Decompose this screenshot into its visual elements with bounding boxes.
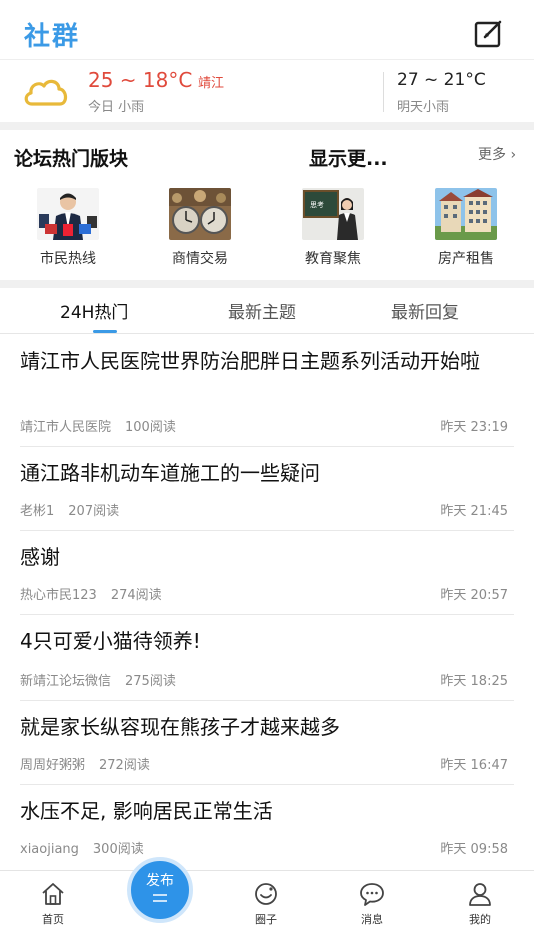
post-time: 昨天 09:58: [440, 842, 508, 857]
section-title: 论坛热门版块: [14, 148, 129, 170]
today-weather: 今日 小雨: [88, 100, 145, 115]
forum-hotline[interactable]: 市民热线: [18, 188, 118, 268]
post-title[interactable]: 感谢: [20, 542, 510, 573]
post-meta: 热心市民123 274阅读: [20, 584, 162, 603]
bottom-tab-bar: 首页 发布 圈子 消息 我的: [0, 857, 534, 950]
hot-forums-section: 论坛热门版块 显示更... 更多 › 市民热线 商情交易 思考 教育聚焦 房产租…: [0, 130, 534, 280]
forum-trade[interactable]: 商情交易: [150, 188, 250, 268]
home-icon: [42, 883, 64, 905]
message-icon: [360, 883, 384, 906]
post-time: 昨天 21:45: [440, 504, 508, 519]
post-meta: 靖江市人民医院 100阅读: [20, 416, 176, 435]
post-title[interactable]: 靖江市人民医院世界防治肥胖日主题系列活动开始啦: [20, 346, 510, 377]
feed-tabs: 24H热门 最新主题 最新回复: [0, 288, 534, 334]
post-reads: 274阅读: [110, 588, 162, 603]
svg-text:思考: 思考: [310, 201, 324, 209]
forum-label: 房产租售: [438, 251, 494, 267]
post-meta: 周周好粥粥 272阅读: [20, 754, 150, 773]
tomorrow-temperature: 27 ~ 21°C: [397, 70, 486, 90]
active-tab-indicator: [93, 330, 117, 333]
publish-button[interactable]: 发布: [127, 857, 193, 923]
post-author: 热心市民123: [20, 588, 97, 603]
post-time: 昨天 18:25: [440, 674, 508, 689]
weather-panel: 25 ~ 18°C 靖江 今日 小雨 27 ~ 21°C 明天小雨: [0, 60, 534, 122]
tabbar-profile[interactable]: 我的: [450, 881, 510, 927]
tabbar-label: 我的: [469, 913, 491, 926]
post-title[interactable]: 就是家长纵容现在熊孩子才越来越多: [20, 712, 510, 743]
more-link[interactable]: 更多 ›: [478, 144, 516, 164]
forum-realestate[interactable]: 房产租售: [416, 188, 516, 268]
forum-label: 教育聚焦: [305, 251, 361, 267]
tab-latest-replies[interactable]: 最新回复: [391, 298, 459, 323]
post-author: 靖江市人民医院: [20, 420, 112, 435]
tabbar-label: 圈子: [255, 913, 277, 926]
post-author: 新靖江论坛微信: [20, 674, 112, 689]
tabbar-label: 消息: [361, 913, 383, 926]
tab-24h-hot[interactable]: 24H热门: [60, 298, 128, 323]
tabbar-label: 首页: [42, 913, 64, 926]
show-more-text[interactable]: 显示更...: [309, 144, 388, 171]
post-title[interactable]: 水压不足, 影响居民正常生活: [20, 796, 510, 827]
post-time: 昨天 16:47: [440, 758, 508, 773]
tabbar-messages[interactable]: 消息: [342, 881, 402, 927]
tab-latest-topics[interactable]: 最新主题: [228, 298, 296, 323]
post-meta: 新靖江论坛微信 275阅读: [20, 670, 176, 689]
buildings-image: [435, 188, 497, 240]
page-title: 社群: [24, 22, 81, 52]
tabbar-home[interactable]: 首页: [23, 881, 83, 927]
post-author: 老彬1: [20, 504, 55, 519]
divider: [20, 446, 514, 447]
publish-label: 发布: [146, 873, 174, 889]
post-time: 昨天 20:57: [440, 588, 508, 603]
post-author: xiaojiang: [20, 842, 79, 857]
weather-divider: [383, 72, 384, 112]
circle-icon: [255, 883, 277, 905]
city-name: 靖江: [198, 76, 225, 91]
post-reads: 272阅读: [99, 758, 150, 773]
post-meta: xiaojiang 300阅读: [20, 838, 144, 857]
cloud-icon: [24, 79, 68, 106]
forum-education[interactable]: 思考 教育聚焦: [283, 188, 383, 268]
post-title[interactable]: 通江路非机动车道施工的一些疑问: [20, 458, 510, 489]
tabbar-circle[interactable]: 圈子: [236, 881, 296, 927]
top-header: 社群: [0, 0, 534, 60]
post-meta: 老彬1 207阅读: [20, 500, 119, 519]
compose-icon[interactable]: [474, 18, 504, 48]
news-anchor-image: [37, 188, 99, 240]
section-gap: [0, 122, 534, 130]
divider: [20, 614, 514, 615]
profile-icon: [469, 883, 491, 906]
forum-label: 商情交易: [172, 251, 228, 267]
forum-label: 市民热线: [40, 251, 96, 267]
clocks-image: [169, 188, 231, 240]
post-time: 昨天 23:19: [440, 420, 508, 435]
divider: [20, 700, 514, 701]
post-reads: 100阅读: [125, 420, 176, 435]
menu-lines-icon: [153, 894, 167, 902]
post-author: 周周好粥粥: [20, 758, 86, 773]
tomorrow-weather: 明天小雨: [397, 100, 450, 115]
divider: [20, 784, 514, 785]
post-reads: 275阅读: [125, 674, 176, 689]
post-reads: 300阅读: [92, 842, 144, 857]
section-gap: [0, 280, 534, 288]
today-temperature: 25 ~ 18°C: [88, 68, 193, 92]
post-reads: 207阅读: [68, 504, 120, 519]
post-title[interactable]: 4只可爱小猫待领养!: [20, 626, 510, 657]
teacher-image: 思考: [302, 188, 364, 240]
divider: [20, 530, 514, 531]
